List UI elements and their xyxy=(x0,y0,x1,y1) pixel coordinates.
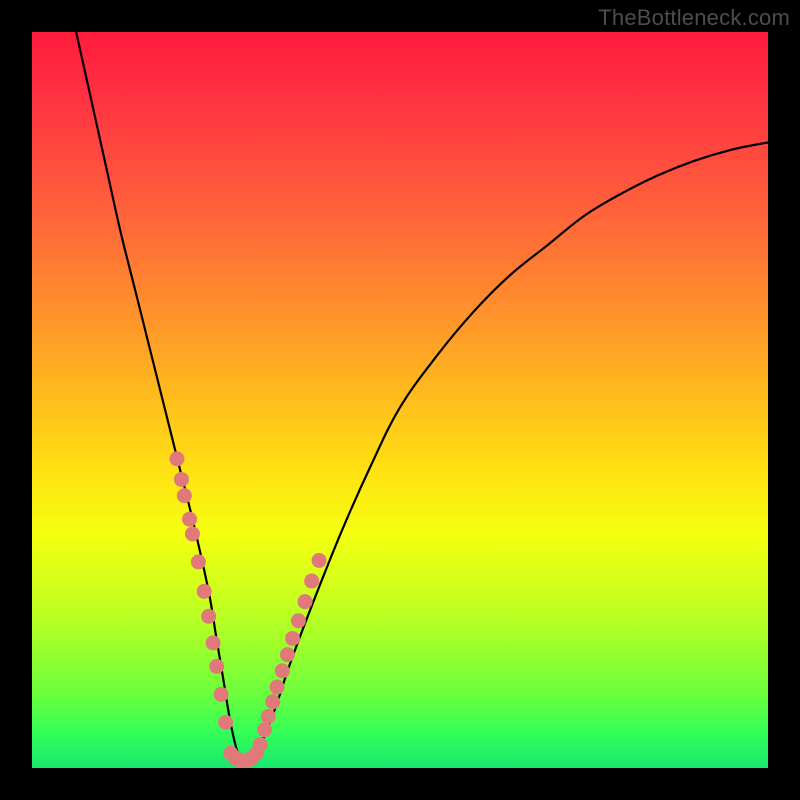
data-point xyxy=(257,722,272,737)
data-point xyxy=(209,659,224,674)
scatter-valley xyxy=(223,746,264,768)
plot-area xyxy=(32,32,768,768)
watermark-text: TheBottleneck.com xyxy=(598,5,790,31)
data-point xyxy=(214,687,229,702)
data-point xyxy=(265,694,280,709)
data-point xyxy=(285,631,300,646)
data-point xyxy=(312,553,327,568)
data-point xyxy=(185,526,200,541)
data-point xyxy=(291,613,306,628)
data-point xyxy=(169,451,184,466)
data-point xyxy=(174,472,189,487)
scatter-left-branch xyxy=(169,451,233,729)
data-point xyxy=(182,512,197,527)
data-point xyxy=(201,609,216,624)
scatter-right-branch xyxy=(253,553,327,752)
data-point xyxy=(280,647,295,662)
data-point xyxy=(197,584,212,599)
data-point xyxy=(191,554,206,569)
data-point xyxy=(261,709,276,724)
data-point xyxy=(304,574,319,589)
data-point xyxy=(206,635,221,650)
bottleneck-curve xyxy=(76,32,768,762)
data-point xyxy=(270,680,285,695)
data-point xyxy=(249,746,264,761)
chart-frame: TheBottleneck.com xyxy=(0,0,800,800)
data-point xyxy=(298,594,313,609)
data-point xyxy=(218,715,233,730)
chart-svg xyxy=(32,32,768,768)
data-point xyxy=(275,663,290,678)
data-point xyxy=(177,488,192,503)
